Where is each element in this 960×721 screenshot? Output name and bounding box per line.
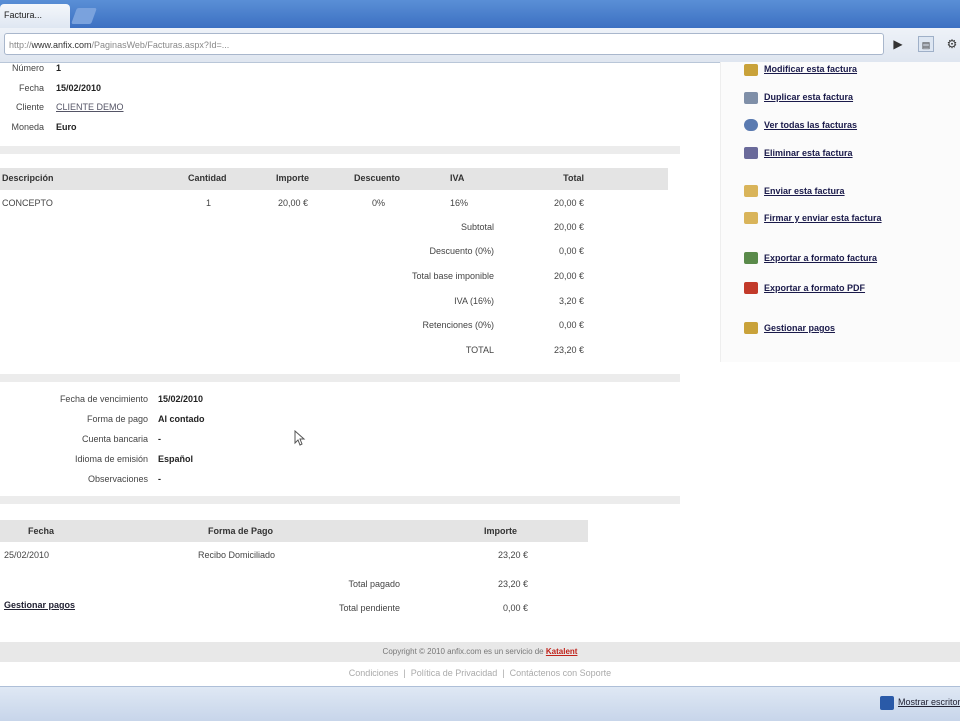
col-descuento: Descuento xyxy=(354,173,401,183)
line-total: 20,00 € xyxy=(553,198,584,208)
envelope-icon xyxy=(744,185,758,197)
url-path: /PaginasWeb/Facturas.aspx?Id=... xyxy=(91,40,230,50)
desktop-icon xyxy=(880,696,894,710)
cliente-label: Cliente xyxy=(15,102,44,112)
section-divider xyxy=(0,496,680,504)
footer-separator: | xyxy=(502,668,505,678)
line-importe: 20,00 € xyxy=(278,198,309,208)
action-gestionar-pagos[interactable]: Gestionar pagos xyxy=(764,323,835,333)
forma-pago-value: Al contado xyxy=(158,414,205,424)
base-imponible-label: Total base imponible xyxy=(411,271,494,281)
observaciones-label: Observaciones xyxy=(87,474,148,484)
vencimiento-value: 15/02/2010 xyxy=(158,394,204,404)
subtotal-value: 20,00 € xyxy=(553,222,584,232)
col-pago-forma: Forma de Pago xyxy=(208,526,274,536)
action-exportar-factura[interactable]: Exportar a formato factura xyxy=(764,253,877,263)
col-cantidad: Cantidad xyxy=(188,173,227,183)
idioma-value: Español xyxy=(158,454,194,464)
line-descuento: 0% xyxy=(372,198,386,208)
total-pagado-label: Total pagado xyxy=(348,579,400,589)
descuento-label: Descuento (0%) xyxy=(429,246,494,256)
browser-tab-bar xyxy=(0,0,960,28)
col-pago-importe: Importe xyxy=(484,526,518,536)
action-enviar[interactable]: Enviar esta factura xyxy=(764,186,845,196)
export-icon xyxy=(744,252,758,264)
forma-pago-label: Forma de pago xyxy=(86,414,148,424)
retenciones-label: Retenciones (0%) xyxy=(422,320,494,330)
brand-link[interactable]: Katalent xyxy=(546,647,578,656)
gestionar-pagos-link[interactable]: Gestionar pagos xyxy=(4,600,75,610)
action-eliminar[interactable]: Eliminar esta factura xyxy=(764,148,853,158)
total-pendiente-label: Total pendiente xyxy=(338,603,400,613)
url-prefix: http:// xyxy=(9,40,32,50)
action-modificar[interactable]: Modificar esta factura xyxy=(764,64,857,74)
numero-label: Número xyxy=(11,63,44,73)
action-exportar-pdf[interactable]: Exportar a formato PDF xyxy=(764,283,865,293)
col-descripcion: Descripción xyxy=(2,173,54,183)
line-descripcion: CONCEPTO xyxy=(2,198,53,208)
moneda-value: Euro xyxy=(56,122,77,132)
duplicate-icon xyxy=(744,92,758,104)
iva-label: IVA (16%) xyxy=(454,296,494,306)
fecha-label: Fecha xyxy=(18,83,44,93)
footer-link-privacidad[interactable]: Política de Privacidad xyxy=(411,668,498,678)
retenciones-value: 0,00 € xyxy=(558,320,584,330)
address-bar[interactable]: http://www.anfix.com/PaginasWeb/Facturas… xyxy=(4,33,884,55)
cuenta-value: - xyxy=(158,434,161,444)
descuento-value: 0,00 € xyxy=(558,246,584,256)
browser-tab[interactable]: Factura... xyxy=(0,4,70,28)
section-divider xyxy=(0,374,680,382)
line-iva: 16% xyxy=(450,198,469,208)
signed-envelope-icon xyxy=(744,212,758,224)
col-iva: IVA xyxy=(450,173,465,183)
iva-value: 3,20 € xyxy=(558,296,584,306)
col-importe: Importe xyxy=(276,173,310,183)
search-icon xyxy=(744,119,758,131)
col-total: Total xyxy=(563,173,584,183)
copyright-text: Copyright © 2010 anfix.com es un servici… xyxy=(382,647,544,656)
page-icon[interactable]: ▤ xyxy=(918,36,934,52)
action-duplicar[interactable]: Duplicar esta factura xyxy=(764,92,853,102)
footer-bar: Copyright © 2010 anfix.com es un servici… xyxy=(0,642,960,662)
taskbar xyxy=(0,686,960,721)
total-pendiente-value: 0,00 € xyxy=(502,603,528,613)
tools-icon[interactable]: ⚙ xyxy=(944,36,960,52)
pencil-icon xyxy=(744,64,758,76)
show-desktop-button[interactable]: Mostrar escritorio xyxy=(898,697,960,707)
observaciones-value: - xyxy=(158,474,161,484)
numero-value: 1 xyxy=(56,63,62,73)
footer-separator: | xyxy=(403,668,406,678)
footer-link-condiciones[interactable]: Condiciones xyxy=(349,668,399,678)
base-imponible-value: 20,00 € xyxy=(553,271,584,281)
pago-fecha: 25/02/2010 xyxy=(4,550,50,560)
moneda-label: Moneda xyxy=(11,122,44,132)
total-value: 23,20 € xyxy=(553,345,584,355)
play-icon[interactable]: ▶ xyxy=(890,36,906,52)
subtotal-label: Subtotal xyxy=(460,222,494,232)
action-firmar-enviar[interactable]: Firmar y enviar esta factura xyxy=(764,213,882,223)
col-pago-fecha: Fecha xyxy=(28,526,55,536)
pago-importe: 23,20 € xyxy=(497,550,528,560)
payments-icon xyxy=(744,322,758,334)
cursor-icon xyxy=(294,429,306,446)
footer-link-soporte[interactable]: Contáctenos con Soporte xyxy=(510,668,612,678)
trash-icon xyxy=(744,147,758,159)
section-divider xyxy=(0,146,680,154)
total-label: TOTAL xyxy=(465,345,494,355)
line-cantidad: 1 xyxy=(206,198,212,208)
cuenta-label: Cuenta bancaria xyxy=(81,434,148,444)
fecha-value: 15/02/2010 xyxy=(56,83,102,93)
pago-forma: Recibo Domiciliado xyxy=(198,550,276,560)
footer-links: Condiciones | Política de Privacidad | C… xyxy=(0,668,960,684)
action-ver-todas[interactable]: Ver todas las facturas xyxy=(764,120,857,130)
total-pagado-value: 23,20 € xyxy=(497,579,528,589)
cliente-link[interactable]: CLIENTE DEMO xyxy=(56,102,124,112)
vencimiento-label: Fecha de vencimiento xyxy=(59,394,148,404)
idioma-label: Idioma de emisión xyxy=(74,454,148,464)
url-domain: www.anfix.com xyxy=(31,40,92,50)
pdf-icon xyxy=(744,282,758,294)
